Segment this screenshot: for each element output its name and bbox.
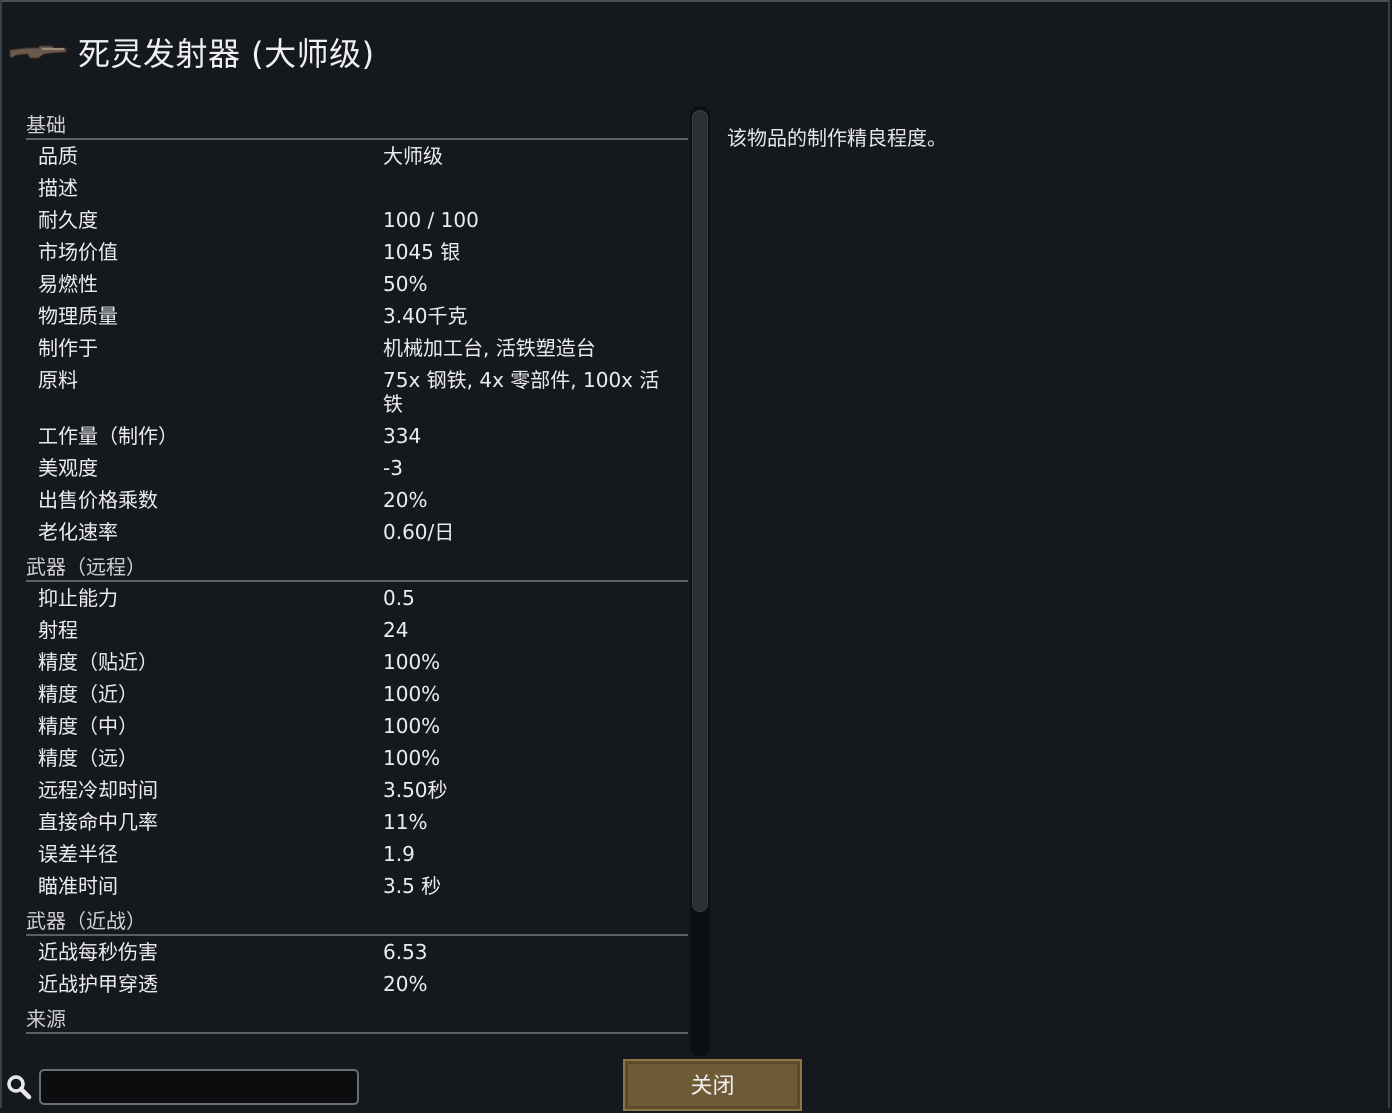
stat-value: 6.53 bbox=[383, 940, 428, 964]
stat-description: 该物品的制作精良程度。 bbox=[727, 126, 947, 150]
stat-row[interactable]: 工作量（制作） 334 bbox=[26, 420, 688, 452]
stat-label: 近战每秒伤害 bbox=[38, 940, 158, 964]
stat-row[interactable]: 近战护甲穿透 20% bbox=[26, 968, 688, 1000]
close-button[interactable]: 关闭 bbox=[623, 1059, 802, 1111]
section-header: 基础 bbox=[26, 106, 688, 140]
stat-label: 精度（近） bbox=[38, 682, 138, 706]
stat-row[interactable]: 精度（近） 100% bbox=[26, 678, 688, 710]
scrollbar-thumb[interactable] bbox=[692, 110, 708, 912]
stat-label: 市场价值 bbox=[38, 240, 118, 264]
stat-row[interactable]: 出售价格乘数 20% bbox=[26, 484, 688, 516]
stat-row[interactable]: 远程冷却时间 3.50秒 bbox=[26, 774, 688, 806]
section-header: 武器（近战） bbox=[26, 902, 688, 936]
stat-label: 易燃性 bbox=[38, 272, 98, 296]
stat-row[interactable]: 描述 bbox=[26, 172, 688, 204]
stat-value: -3 bbox=[383, 456, 403, 480]
stat-value: 100 / 100 bbox=[383, 208, 479, 232]
stat-row[interactable]: 市场价值 1045 银 bbox=[26, 236, 688, 268]
stat-value: 大师级 bbox=[383, 144, 443, 168]
stat-value: 0.60/日 bbox=[383, 520, 455, 544]
stat-label: 原料 bbox=[38, 368, 78, 392]
stat-row[interactable]: 易燃性 50% bbox=[26, 268, 688, 300]
stat-label: 射程 bbox=[38, 618, 78, 642]
section-header: 武器（远程） bbox=[26, 548, 688, 582]
stat-label: 描述 bbox=[38, 176, 78, 200]
stat-label: 近战护甲穿透 bbox=[38, 972, 158, 996]
stat-label: 出售价格乘数 bbox=[38, 488, 158, 512]
stat-label: 精度（中） bbox=[38, 714, 138, 738]
stat-row[interactable]: 品质 大师级 bbox=[26, 140, 688, 172]
stat-label: 误差半径 bbox=[38, 842, 118, 866]
stat-row[interactable]: 美观度 -3 bbox=[26, 452, 688, 484]
stat-value: 3.5 秒 bbox=[383, 874, 442, 898]
stat-row[interactable]: 精度（贴近） 100% bbox=[26, 646, 688, 678]
stat-label: 耐久度 bbox=[38, 208, 98, 232]
stat-value: 11% bbox=[383, 810, 428, 834]
stat-value: 0.5 bbox=[383, 586, 415, 610]
window-title: 死灵发射器 (大师级) bbox=[78, 35, 375, 73]
stat-label: 远程冷却时间 bbox=[38, 778, 158, 802]
stat-value: 20% bbox=[383, 972, 428, 996]
section-header: 来源 bbox=[26, 1000, 688, 1034]
stat-row[interactable]: 制作于 机械加工台, 活铁塑造台 bbox=[26, 332, 688, 364]
stat-label: 精度（贴近） bbox=[38, 650, 158, 674]
stat-value: 334 bbox=[383, 424, 422, 448]
stat-label: 物理质量 bbox=[38, 304, 118, 328]
stat-value: 100% bbox=[383, 650, 441, 674]
search-icon bbox=[7, 1075, 32, 1100]
stat-row[interactable]: 抑止能力 0.5 bbox=[26, 582, 688, 614]
stat-label: 精度（远） bbox=[38, 746, 138, 770]
stat-label: 老化速率 bbox=[38, 520, 118, 544]
stat-row[interactable]: 瞄准时间 3.5 秒 bbox=[26, 870, 688, 902]
stat-row[interactable]: 近战每秒伤害 6.53 bbox=[26, 936, 688, 968]
stat-row[interactable]: 原料 75x 钢铁, 4x 零部件, 100x 活铁 bbox=[26, 364, 688, 420]
stat-value: 100% bbox=[383, 682, 441, 706]
stat-row[interactable]: 射程 24 bbox=[26, 614, 688, 646]
stat-value: 1045 银 bbox=[383, 240, 461, 264]
stat-row[interactable]: 精度（中） 100% bbox=[26, 710, 688, 742]
stat-label: 瞄准时间 bbox=[38, 874, 118, 898]
title-row: 死灵发射器 (大师级) bbox=[8, 30, 375, 74]
stat-value: 1.9 bbox=[383, 842, 415, 866]
stat-value: 75x 钢铁, 4x 零部件, 100x 活铁 bbox=[383, 368, 660, 416]
gun-icon bbox=[9, 45, 67, 59]
stat-row[interactable]: 精度（远） 100% bbox=[26, 742, 688, 774]
stat-label: 美观度 bbox=[38, 456, 98, 480]
stat-row[interactable]: 物理质量 3.40千克 bbox=[26, 300, 688, 332]
stat-value: 3.50秒 bbox=[383, 778, 448, 802]
stat-label: 直接命中几率 bbox=[38, 810, 158, 834]
stat-value bbox=[383, 172, 673, 204]
stat-value: 100% bbox=[383, 746, 441, 770]
stat-label: 品质 bbox=[38, 144, 78, 168]
stat-value: 50% bbox=[383, 272, 428, 296]
stat-value: 24 bbox=[383, 618, 409, 642]
stat-label: 工作量（制作） bbox=[38, 424, 178, 448]
stat-value: 100% bbox=[383, 714, 441, 738]
stat-row[interactable]: 误差半径 1.9 bbox=[26, 838, 688, 870]
stat-row[interactable]: 直接命中几率 11% bbox=[26, 806, 688, 838]
stat-label: 抑止能力 bbox=[38, 586, 118, 610]
stats-list[interactable]: 基础品质 大师级描述耐久度 100 / 100 市场价值 1045 银易燃性 50% 物理质… bbox=[26, 106, 688, 1056]
stat-row[interactable]: 耐久度 100 / 100 bbox=[26, 204, 688, 236]
stat-value: 机械加工台, 活铁塑造台 bbox=[383, 336, 596, 360]
stat-row[interactable]: 老化速率 0.60/日 bbox=[26, 516, 688, 548]
stat-label: 制作于 bbox=[38, 336, 98, 360]
search-input[interactable] bbox=[39, 1069, 359, 1105]
stat-value: 20% bbox=[383, 488, 428, 512]
stat-value: 3.40千克 bbox=[383, 304, 468, 328]
